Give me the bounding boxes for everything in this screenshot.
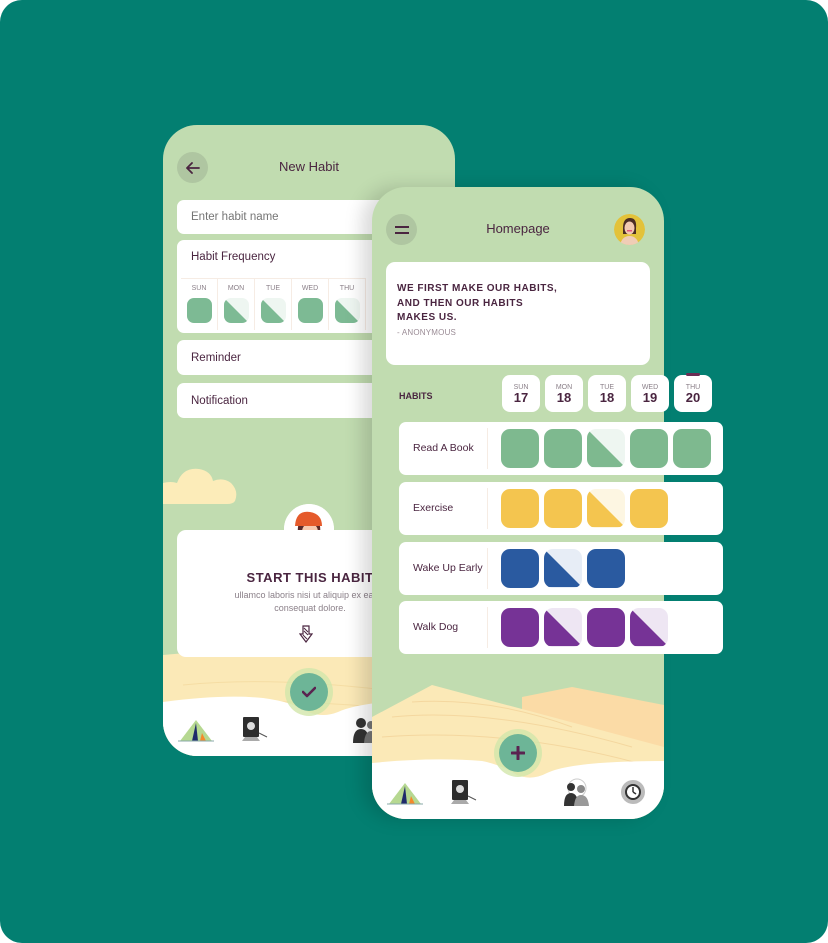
- date-tile-sun[interactable]: SUN 17: [502, 375, 540, 412]
- board-icon[interactable]: [239, 715, 269, 743]
- date-number: 19: [642, 390, 658, 405]
- habit-day-cell[interactable]: [544, 608, 582, 647]
- frequency-day-wed[interactable]: WED: [292, 278, 329, 330]
- cloud-decoration: [163, 468, 237, 504]
- people-icon[interactable]: [562, 778, 592, 806]
- habit-day-cell[interactable]: [501, 489, 539, 528]
- habit-day-cell[interactable]: [587, 489, 625, 528]
- quote-line-3: MAKES US.: [397, 312, 458, 323]
- habit-day-cell[interactable]: [587, 549, 625, 588]
- description-line-2: consequat dolore.: [274, 603, 346, 613]
- quote-line-1: WE FIRST MAKE OUR HABITS,: [397, 283, 558, 294]
- plus-icon: [511, 746, 525, 760]
- quote-text: WE FIRST MAKE OUR HABITS, AND THEN OUR H…: [397, 282, 637, 326]
- habit-day-cell[interactable]: [587, 608, 625, 647]
- add-habit-button[interactable]: [499, 734, 537, 772]
- habits-label: HABITS: [399, 391, 433, 401]
- day-label: MON: [227, 285, 245, 292]
- quote-author: - ANONYMOUS: [397, 328, 457, 337]
- habit-day-cell[interactable]: [501, 608, 539, 647]
- day-toggle[interactable]: [334, 298, 360, 323]
- habit-name: Walk Dog: [413, 621, 459, 633]
- date-number: 20: [685, 390, 701, 405]
- date-number: 18: [599, 390, 615, 405]
- habit-row[interactable]: Exercise: [399, 482, 723, 535]
- board-icon[interactable]: [448, 778, 478, 806]
- arrow-down-icon[interactable]: [299, 625, 313, 643]
- date-tile-thu[interactable]: THU 20: [674, 373, 712, 412]
- habit-progress-cells: [501, 429, 711, 468]
- day-label: SUN: [191, 285, 207, 292]
- date-number: 17: [513, 390, 529, 405]
- divider: [487, 488, 488, 529]
- day-toggle[interactable]: [186, 298, 212, 323]
- tent-icon[interactable]: [178, 717, 214, 743]
- habit-day-cell[interactable]: [673, 429, 711, 468]
- date-tile-wed[interactable]: WED 19: [631, 375, 669, 412]
- tent-icon[interactable]: [387, 780, 423, 806]
- habit-day-cell[interactable]: [544, 489, 582, 528]
- settings-icon[interactable]: [619, 778, 649, 806]
- notification-label: Notification: [191, 394, 248, 407]
- divider: [487, 428, 488, 469]
- check-icon: [302, 686, 316, 698]
- habit-day-cell[interactable]: [630, 489, 668, 528]
- day-toggle[interactable]: [223, 298, 249, 323]
- habit-day-cell[interactable]: [630, 429, 668, 468]
- habit-day-cell[interactable]: [501, 429, 539, 468]
- habit-day-cell[interactable]: [630, 608, 668, 647]
- habit-row[interactable]: Walk Dog: [399, 601, 723, 654]
- confirm-button[interactable]: [290, 673, 328, 711]
- habit-name: Read A Book: [413, 442, 474, 454]
- habit-row[interactable]: Read A Book: [399, 422, 723, 475]
- reminder-label: Reminder: [191, 351, 241, 364]
- page-title: New Habit: [279, 159, 339, 174]
- day-label: THU: [339, 285, 355, 292]
- frequency-day-thu[interactable]: THU: [329, 278, 366, 330]
- frequency-day-tue[interactable]: TUE: [255, 278, 292, 330]
- divider: [487, 548, 488, 589]
- date-tile-mon[interactable]: MON 18: [545, 375, 583, 412]
- habit-progress-cells: [501, 608, 668, 647]
- day-toggle[interactable]: [297, 298, 323, 323]
- frequency-days: SUN MON TUE WED THU: [181, 278, 366, 330]
- day-label: TUE: [266, 285, 280, 292]
- habit-day-cell[interactable]: [544, 429, 582, 468]
- habit-progress-cells: [501, 489, 668, 528]
- quote-card: WE FIRST MAKE OUR HABITS, AND THEN OUR H…: [386, 262, 650, 365]
- habit-name: Wake Up Early: [413, 562, 483, 574]
- divider: [487, 607, 488, 648]
- frequency-day-sun[interactable]: SUN: [181, 278, 218, 330]
- date-number: 18: [556, 390, 572, 405]
- user-avatar[interactable]: [614, 214, 645, 245]
- quote-line-2: AND THEN OUR HABITS: [397, 297, 524, 309]
- day-toggle[interactable]: [260, 298, 286, 323]
- habit-day-cell[interactable]: [587, 429, 625, 468]
- date-tile-tue[interactable]: TUE 18: [588, 375, 626, 412]
- habit-name: Exercise: [413, 502, 454, 514]
- habit-day-cell[interactable]: [544, 549, 582, 588]
- habit-frequency-label: Habit Frequency: [191, 251, 276, 263]
- habit-progress-cells: [501, 549, 625, 588]
- background: New Habit Habit Frequency SUN MON TUE WED TH…: [0, 0, 828, 943]
- day-label: WED: [301, 285, 319, 292]
- habit-row[interactable]: Wake Up Early: [399, 542, 723, 595]
- today-indicator: [686, 373, 700, 376]
- description-line-1: ullamco laboris nisi ut aliquip ex ea co: [234, 590, 386, 600]
- frequency-day-mon[interactable]: MON: [218, 278, 255, 330]
- habit-day-cell[interactable]: [501, 549, 539, 588]
